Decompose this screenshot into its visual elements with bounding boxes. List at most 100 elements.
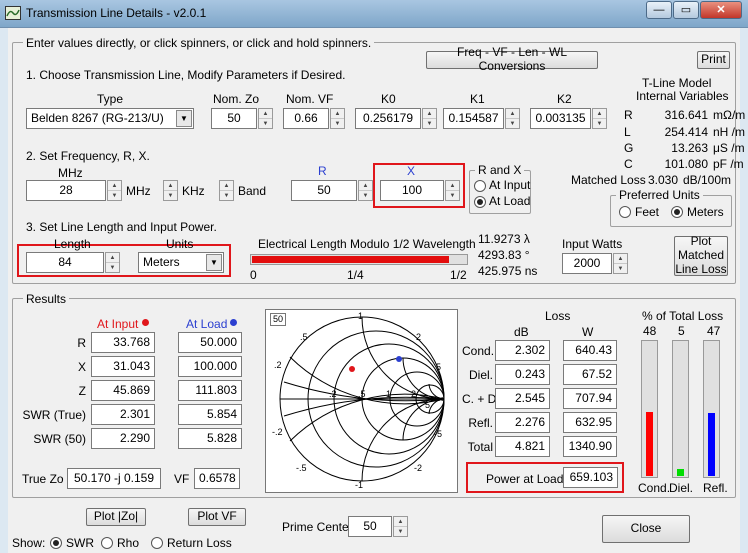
x-spinner[interactable]: ▲ ▼ xyxy=(445,180,460,201)
at-load-radio[interactable] xyxy=(474,196,486,208)
length-units-select[interactable]: Meters ▼ xyxy=(138,252,224,273)
k1-spinner[interactable]: ▲ ▼ xyxy=(505,108,520,129)
nomzo-spinner[interactable]: ▲ ▼ xyxy=(258,108,273,129)
smith-label: -.2 xyxy=(272,427,283,437)
spin-down-icon[interactable]: ▼ xyxy=(359,191,372,201)
spin-up-icon[interactable]: ▲ xyxy=(446,181,459,191)
spin-up-icon[interactable]: ▲ xyxy=(506,109,519,119)
swr-radio[interactable] xyxy=(50,537,62,549)
pct-value-refl: 47 xyxy=(707,324,721,338)
spin-up-icon[interactable]: ▲ xyxy=(423,109,436,119)
plot-matched-loss-button[interactable]: Plot Matched Line Loss xyxy=(674,234,728,276)
spin-down-icon[interactable]: ▼ xyxy=(394,527,407,537)
k2-field[interactable]: 0.003135 xyxy=(530,108,591,129)
nomvf-spinner[interactable]: ▲ ▼ xyxy=(330,108,345,129)
meters-radio[interactable] xyxy=(671,206,683,218)
elec-wavelengths: 11.9273 λ xyxy=(478,232,530,246)
plot-vf-button[interactable]: Plot VF xyxy=(188,508,246,526)
pct-title: % of Total Loss xyxy=(642,309,724,323)
k1-field[interactable]: 0.154587 xyxy=(443,108,504,129)
spin-down-icon[interactable]: ▼ xyxy=(446,191,459,201)
input-watts-field[interactable]: 2000 xyxy=(562,253,612,274)
spin-up-icon[interactable]: ▲ xyxy=(614,254,627,264)
spin-down-icon[interactable]: ▼ xyxy=(506,119,519,129)
close-button[interactable]: Close xyxy=(602,515,690,543)
print-button[interactable]: Print xyxy=(697,51,730,69)
mhz-spinner[interactable]: ▲ ▼ xyxy=(107,180,122,201)
tline-sym: R xyxy=(624,108,633,122)
loss-row-label: Refl. xyxy=(468,416,493,430)
length-label: Length xyxy=(54,237,91,251)
smith-label: 5 xyxy=(436,362,442,372)
spin-down-icon[interactable]: ▼ xyxy=(106,263,119,273)
feet-radio[interactable] xyxy=(619,206,631,218)
length-field[interactable]: 84 xyxy=(26,252,104,273)
k2-spinner[interactable]: ▲ ▼ xyxy=(592,108,607,129)
pct-label-diel: Diel. xyxy=(669,481,694,495)
k0-spinner[interactable]: ▲ ▼ xyxy=(422,108,437,129)
pct-label-cond: Cond. xyxy=(638,481,671,495)
nomzo-field[interactable]: 50 xyxy=(211,108,257,129)
loss-db-heading: dB xyxy=(514,325,529,339)
r-spinner[interactable]: ▲ ▼ xyxy=(358,180,373,201)
spin-up-icon[interactable]: ▲ xyxy=(331,109,344,119)
matched-loss-unit: dB/100m xyxy=(683,173,732,187)
minimize-button[interactable]: — xyxy=(646,1,672,19)
tline-heading: T-Line Model xyxy=(642,76,712,90)
spin-up-icon[interactable]: ▲ xyxy=(164,181,177,191)
spin-up-icon[interactable]: ▲ xyxy=(220,181,233,191)
k0-field[interactable]: 0.256179 xyxy=(355,108,421,129)
spin-down-icon[interactable]: ▼ xyxy=(614,264,627,274)
maximize-button[interactable]: ▭ xyxy=(673,1,699,19)
spin-down-icon[interactable]: ▼ xyxy=(220,191,233,201)
loss-db-value: 2.276 xyxy=(495,412,550,433)
spin-up-icon[interactable]: ▲ xyxy=(394,517,407,527)
line-type-select[interactable]: Belden 8267 (RG-213/U) ▼ xyxy=(26,108,194,129)
elec-time: 425.975 ns xyxy=(478,264,538,278)
return-loss-radio[interactable] xyxy=(151,537,163,549)
rho-radio[interactable] xyxy=(101,537,113,549)
spin-down-icon[interactable]: ▼ xyxy=(593,119,606,129)
dropdown-arrow-icon[interactable]: ▼ xyxy=(206,254,222,271)
result-input-value: 2.301 xyxy=(91,404,155,425)
khz-spinner[interactable]: ▲ ▼ xyxy=(163,180,178,201)
band-spinner[interactable]: ▲ ▼ xyxy=(219,180,234,201)
x-field[interactable]: 100 xyxy=(380,180,444,201)
tline-subheading: Internal Variables xyxy=(636,89,729,103)
close-window-button[interactable]: ✕ xyxy=(700,1,742,19)
prime-center-label: Prime Center xyxy=(282,520,353,534)
length-units-value: Meters xyxy=(143,255,180,269)
plot-zo-button[interactable]: Plot |Zo| xyxy=(86,508,146,526)
frequency-field[interactable]: 28 xyxy=(26,180,106,201)
spin-down-icon[interactable]: ▼ xyxy=(331,119,344,129)
length-spinner[interactable]: ▲ ▼ xyxy=(105,252,120,273)
result-input-value: 45.869 xyxy=(91,380,155,401)
spin-up-icon[interactable]: ▲ xyxy=(359,181,372,191)
loss-w-heading: W xyxy=(582,325,594,339)
smith-chart[interactable]: 50 .2 .5 1 2 5 -.2 -.5 -1 -2 -5 .2 .5 1 … xyxy=(265,309,458,493)
vf-value: 0.6578 xyxy=(194,468,240,489)
dropdown-arrow-icon[interactable]: ▼ xyxy=(176,110,192,127)
spin-down-icon[interactable]: ▼ xyxy=(423,119,436,129)
return-loss-radio-label: Return Loss xyxy=(167,536,232,550)
watts-spinner[interactable]: ▲ ▼ xyxy=(613,253,628,274)
nomvf-field[interactable]: 0.66 xyxy=(283,108,329,129)
spin-down-icon[interactable]: ▼ xyxy=(164,191,177,201)
elec-length-title: Electrical Length Modulo 1/2 Wavelength xyxy=(258,237,476,251)
result-input-value: 33.768 xyxy=(91,332,155,353)
prime-center-field[interactable]: 50 xyxy=(348,516,392,537)
pct-fill-diel xyxy=(677,469,684,476)
tline-unit: mΩ/m xyxy=(713,108,746,122)
conversions-button[interactable]: Freq - VF - Len - WL Conversions xyxy=(426,45,598,73)
at-input-radio[interactable] xyxy=(474,180,486,192)
spin-up-icon[interactable]: ▲ xyxy=(259,109,272,119)
spin-up-icon[interactable]: ▲ xyxy=(108,181,121,191)
prime-center-spinner[interactable]: ▲ ▼ xyxy=(393,516,408,537)
r-field[interactable]: 50 xyxy=(291,180,357,201)
spin-down-icon[interactable]: ▼ xyxy=(108,191,121,201)
elec-tick-half: 1/2 xyxy=(450,268,467,282)
spin-up-icon[interactable]: ▲ xyxy=(593,109,606,119)
spin-up-icon[interactable]: ▲ xyxy=(106,253,119,263)
smith-prime-badge: 50 xyxy=(270,313,287,326)
spin-down-icon[interactable]: ▼ xyxy=(259,119,272,129)
